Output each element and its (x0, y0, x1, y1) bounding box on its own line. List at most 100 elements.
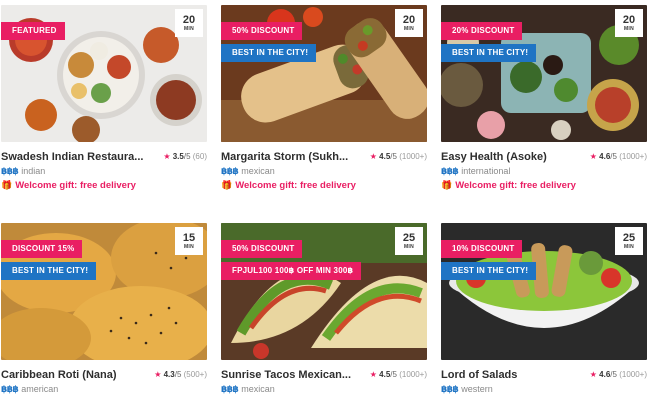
delivery-time-value: 15 (182, 232, 196, 244)
price-level: ฿฿฿ (441, 384, 459, 394)
price-level: ฿฿฿ (441, 166, 459, 176)
rating: ★ 4.6/5 (1000+) (590, 370, 647, 379)
rating-count: (500+) (183, 370, 207, 379)
cuisine: mexican (241, 384, 275, 394)
restaurant-image[interactable]: 50% DISCOUNT FPJUL100 100฿ OFF MIN 300฿ … (221, 223, 427, 360)
delivery-time: 20 MIN (175, 9, 203, 37)
best-in-city-badge: BEST IN THE CITY! (441, 262, 537, 280)
welcome-gift: 🎁 Welcome gift: free delivery (1, 180, 136, 191)
rating: ★ 4.6/5 (1000+) (590, 152, 647, 161)
rating-count: (1000+) (399, 152, 427, 161)
delivery-time: 20 MIN (615, 9, 643, 37)
cuisine: mexican (241, 166, 275, 176)
discount-badge: 20% DISCOUNT (441, 22, 523, 40)
rating: ★ 4.5/5 (1000+) (370, 152, 427, 161)
cuisine: indian (21, 166, 46, 176)
discount-badge: 50% DISCOUNT (221, 240, 303, 258)
rating-score: 4.3 (163, 370, 175, 379)
restaurant-card[interactable]: 20% DISCOUNT BEST IN THE CITY! 20 MIN Ea… (441, 5, 647, 194)
delivery-time-value: 20 (182, 14, 196, 26)
star-icon: ★ (589, 152, 597, 161)
restaurant-name[interactable]: Margarita Storm (Sukh... (221, 151, 371, 163)
delivery-time-value: 25 (402, 232, 416, 244)
cuisine: american (21, 384, 59, 394)
featured-badge: FEATURED (1, 22, 65, 40)
delivery-time-unit: MIN (403, 26, 415, 32)
delivery-time-value: 20 (402, 14, 416, 26)
restaurant-name[interactable]: Swadesh Indian Restaura... (1, 151, 151, 163)
restaurant-name[interactable]: Sunrise Tacos Mexican... (221, 369, 371, 381)
promo-code-badge: FPJUL100 100฿ OFF MIN 300฿ (221, 262, 362, 280)
restaurant-meta: ฿฿฿ mexican (221, 166, 275, 177)
rating-score: 3.5 (172, 152, 184, 161)
delivery-time: 25 MIN (395, 227, 423, 255)
gift-icon: 🎁 (1, 180, 13, 190)
rating-scale: /5 (390, 152, 397, 161)
delivery-time-value: 20 (622, 14, 636, 26)
restaurant-grid: FEATURED 20 MIN Swadesh Indian Restaura.… (0, 0, 650, 400)
rating-score: 4.6 (599, 370, 611, 379)
restaurant-card[interactable]: DISCOUNT 15% BEST IN THE CITY! 15 MIN Ca… (1, 223, 207, 412)
price-level: ฿฿฿ (1, 166, 19, 176)
delivery-time-unit: MIN (623, 26, 635, 32)
rating-scale: /5 (390, 370, 397, 379)
rating: ★ 4.3/5 (500+) (154, 370, 207, 379)
rating-count: (1000+) (619, 152, 647, 161)
discount-badge: DISCOUNT 15% (1, 240, 83, 258)
star-icon: ★ (154, 370, 162, 379)
rating-count: (60) (192, 152, 207, 161)
rating-score: 4.6 (599, 152, 611, 161)
price-level: ฿฿฿ (221, 166, 239, 176)
delivery-time: 20 MIN (395, 9, 423, 37)
rating-scale: /5 (183, 152, 191, 161)
welcome-gift: 🎁 Welcome gift: free delivery (441, 180, 576, 191)
restaurant-image[interactable]: 50% DISCOUNT BEST IN THE CITY! 20 MIN (221, 5, 427, 142)
star-icon: ★ (589, 370, 597, 379)
restaurant-name[interactable]: Caribbean Roti (Nana) (1, 369, 151, 381)
rating-count: (1000+) (619, 370, 647, 379)
delivery-time: 25 MIN (615, 227, 643, 255)
delivery-time-unit: MIN (623, 244, 635, 250)
delivery-time-unit: MIN (183, 244, 195, 250)
discount-badge: 10% DISCOUNT (441, 240, 523, 258)
rating: ★ 4.5/5 (1000+) (370, 370, 427, 379)
rating-scale: /5 (610, 370, 617, 379)
restaurant-image[interactable]: 10% DISCOUNT BEST IN THE CITY! 25 MIN (441, 223, 647, 360)
restaurant-meta: ฿฿฿ mexican (221, 384, 275, 395)
rating-scale: /5 (610, 152, 617, 161)
price-level: ฿฿฿ (221, 384, 239, 394)
delivery-time-value: 25 (622, 232, 636, 244)
delivery-time-unit: MIN (183, 26, 195, 32)
restaurant-card[interactable]: FEATURED 20 MIN Swadesh Indian Restaura.… (1, 5, 207, 194)
rating-count: (1000+) (399, 370, 427, 379)
restaurant-image[interactable]: FEATURED 20 MIN (1, 5, 207, 142)
welcome-gift: 🎁 Welcome gift: free delivery (221, 180, 356, 191)
welcome-gift-text: Welcome gift: free delivery (235, 180, 356, 191)
rating: ★ 3.5/5 (60) (163, 152, 207, 161)
rating-score: 4.5 (379, 370, 391, 379)
gift-icon: 🎁 (221, 180, 233, 190)
restaurant-name[interactable]: Lord of Salads (441, 369, 591, 381)
rating-scale: /5 (174, 370, 182, 379)
rating-score: 4.5 (379, 152, 391, 161)
restaurant-card[interactable]: 50% DISCOUNT BEST IN THE CITY! 20 MIN Ma… (221, 5, 427, 194)
welcome-gift-text: Welcome gift: free delivery (455, 180, 576, 191)
restaurant-card[interactable]: 50% DISCOUNT FPJUL100 100฿ OFF MIN 300฿ … (221, 223, 427, 412)
best-in-city-badge: BEST IN THE CITY! (441, 44, 537, 62)
restaurant-image[interactable]: 20% DISCOUNT BEST IN THE CITY! 20 MIN (441, 5, 647, 142)
welcome-gift-text: Welcome gift: free delivery (15, 180, 136, 191)
best-in-city-badge: BEST IN THE CITY! (1, 262, 97, 280)
delivery-time: 15 MIN (175, 227, 203, 255)
restaurant-meta: ฿฿฿ american (1, 384, 58, 395)
star-icon: ★ (369, 370, 377, 379)
cuisine: western (461, 384, 493, 394)
cuisine: international (461, 166, 511, 176)
restaurant-card[interactable]: 10% DISCOUNT BEST IN THE CITY! 25 MIN Lo… (441, 223, 647, 412)
star-icon: ★ (369, 152, 377, 161)
price-level: ฿฿฿ (1, 384, 19, 394)
restaurant-image[interactable]: DISCOUNT 15% BEST IN THE CITY! 15 MIN (1, 223, 207, 360)
restaurant-name[interactable]: Easy Health (Asoke) (441, 151, 591, 163)
restaurant-meta: ฿฿฿ indian (1, 166, 45, 177)
gift-icon: 🎁 (441, 180, 453, 190)
delivery-time-unit: MIN (403, 244, 415, 250)
